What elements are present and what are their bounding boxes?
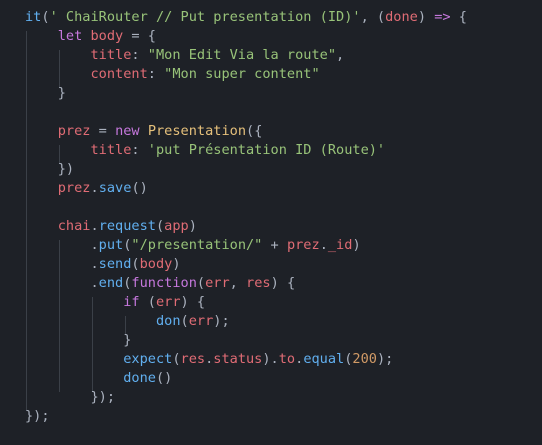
code-line-text: don(err);: [155, 313, 230, 329]
code-line-text: title: "Mon Edit Via la route",: [90, 47, 345, 63]
code-line: prez = new Presentation({: [25, 122, 263, 141]
code-line: }: [25, 84, 66, 103]
code-line-text: });: [25, 408, 50, 424]
code-line-text: chai.request(app): [57, 218, 197, 234]
code-line-text: content: "Mon super content": [90, 66, 320, 82]
code-line-text: if (err) {: [123, 294, 206, 310]
code-line-text: it(' ChaiRouter // Put presentation (ID)…: [25, 9, 467, 25]
code-line-text: }: [25, 85, 66, 101]
code-editor[interactable]: it(' ChaiRouter // Put presentation (ID)…: [0, 0, 542, 445]
code-line-text: }): [25, 161, 75, 177]
code-line: .send(body): [25, 255, 181, 274]
code-line-text: title: 'put Présentation ID (Route)': [90, 142, 386, 158]
code-line: expect(res.status).to.equal(200);: [25, 350, 393, 369]
code-line: }: [25, 331, 131, 350]
code-line: }): [25, 160, 74, 179]
code-line: });: [25, 407, 50, 426]
code-line: done(): [25, 369, 172, 388]
code-line-text: });: [25, 389, 116, 405]
code-line: it(' ChaiRouter // Put presentation (ID)…: [25, 8, 467, 27]
code-line-text: prez = new Presentation({: [57, 123, 263, 139]
code-line: .end(function(err, res) {: [25, 274, 295, 293]
code-line-text: }: [25, 332, 132, 348]
code-line-text: expect(res.status).to.equal(200);: [123, 351, 394, 367]
code-line: });: [25, 388, 115, 407]
code-line: title: 'put Présentation ID (Route)': [25, 141, 385, 160]
code-line-text: .send(body): [25, 256, 181, 272]
code-line: content: "Mon super content": [25, 65, 320, 84]
code-line-text: .put("/presentation/" + prez._id): [25, 237, 361, 253]
code-line-text: done(): [123, 370, 173, 386]
code-line: .put("/presentation/" + prez._id): [25, 236, 361, 255]
code-line-text: let body = {: [57, 28, 156, 44]
code-line-text: .end(function(err, res) {: [25, 275, 296, 291]
code-line: prez.save(): [25, 179, 148, 198]
code-line: don(err);: [25, 312, 230, 331]
code-line: if (err) {: [25, 293, 205, 312]
code-line-text: prez.save(): [57, 180, 148, 196]
code-line: title: "Mon Edit Via la route",: [25, 46, 344, 65]
code-line: let body = {: [25, 27, 156, 46]
code-line: chai.request(app): [25, 217, 197, 236]
